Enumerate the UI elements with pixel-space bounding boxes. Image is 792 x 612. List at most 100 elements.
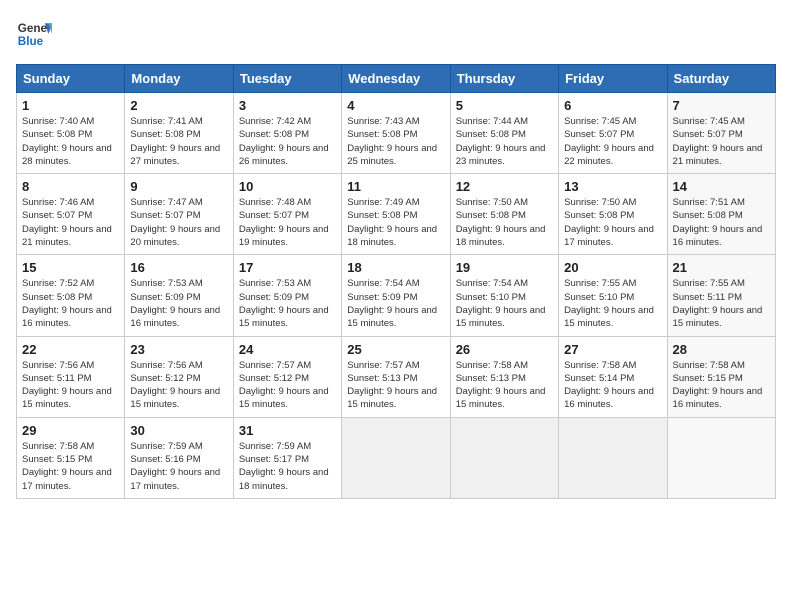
calendar-cell: 2Sunrise: 7:41 AMSunset: 5:08 PMDaylight…	[125, 93, 233, 174]
column-header-monday: Monday	[125, 65, 233, 93]
calendar-cell: 8 Sunrise: 7:46 AMSunset: 5:07 PMDaylight…	[17, 174, 125, 255]
day-info: Sunrise: 7:46 AMSunset: 5:07 PMDaylight:…	[22, 196, 119, 249]
week-row-2: 8 Sunrise: 7:46 AMSunset: 5:07 PMDaylight…	[17, 174, 776, 255]
day-number: 14	[673, 179, 770, 194]
calendar-cell: 12 Sunrise: 7:50 AMSunset: 5:08 PMDayligh…	[450, 174, 558, 255]
column-header-saturday: Saturday	[667, 65, 775, 93]
calendar-cell: 4 Sunrise: 7:43 AMSunset: 5:08 PMDaylight…	[342, 93, 450, 174]
day-number: 2	[130, 98, 227, 113]
day-info: Sunrise: 7:55 AMSunset: 5:10 PMDaylight:…	[564, 277, 661, 330]
day-info: Sunrise: 7:49 AMSunset: 5:08 PMDaylight:…	[347, 196, 444, 249]
day-info: Sunrise: 7:54 AMSunset: 5:09 PMDaylight:…	[347, 277, 444, 330]
day-info: Sunrise: 7:58 AMSunset: 5:15 PMDaylight:…	[673, 359, 770, 412]
calendar-cell	[559, 417, 667, 498]
day-info: Sunrise: 7:56 AMSunset: 5:11 PMDaylight:…	[22, 359, 119, 412]
calendar-cell: 1 Sunrise: 7:40 AMSunset: 5:08 PMDaylight…	[17, 93, 125, 174]
calendar-cell: 14 Sunrise: 7:51 AMSunset: 5:08 PMDayligh…	[667, 174, 775, 255]
calendar-cell: 31 Sunrise: 7:59 AMSunset: 5:17 PMDayligh…	[233, 417, 341, 498]
calendar-cell: 30 Sunrise: 7:59 AMSunset: 5:16 PMDayligh…	[125, 417, 233, 498]
day-info: Sunrise: 7:43 AMSunset: 5:08 PMDaylight:…	[347, 115, 444, 168]
day-info: Sunrise: 7:56 AMSunset: 5:12 PMDaylight:…	[130, 359, 227, 412]
day-number: 25	[347, 342, 444, 357]
day-number: 1	[22, 98, 119, 113]
day-info: Sunrise: 7:40 AMSunset: 5:08 PMDaylight:…	[22, 115, 119, 168]
day-info: Sunrise: 7:59 AMSunset: 5:17 PMDaylight:…	[239, 440, 336, 493]
column-header-sunday: Sunday	[17, 65, 125, 93]
logo-icon: General Blue	[16, 16, 52, 52]
logo: General Blue	[16, 16, 52, 52]
day-info: Sunrise: 7:54 AMSunset: 5:10 PMDaylight:…	[456, 277, 553, 330]
day-info: Sunrise: 7:42 AMSunset: 5:08 PMDaylight:…	[239, 115, 336, 168]
day-number: 3	[239, 98, 336, 113]
calendar-cell: 18 Sunrise: 7:54 AMSunset: 5:09 PMDayligh…	[342, 255, 450, 336]
day-info: Sunrise: 7:48 AMSunset: 5:07 PMDaylight:…	[239, 196, 336, 249]
calendar-cell: 27Sunrise: 7:58 AMSunset: 5:14 PMDayligh…	[559, 336, 667, 417]
day-number: 24	[239, 342, 336, 357]
day-number: 18	[347, 260, 444, 275]
day-info: Sunrise: 7:45 AMSunset: 5:07 PMDaylight:…	[564, 115, 661, 168]
calendar-cell: 10 Sunrise: 7:48 AMSunset: 5:07 PMDayligh…	[233, 174, 341, 255]
calendar-cell: 5Sunrise: 7:44 AMSunset: 5:08 PMDaylight…	[450, 93, 558, 174]
day-number: 21	[673, 260, 770, 275]
calendar-cell	[450, 417, 558, 498]
week-row-5: 29Sunrise: 7:58 AMSunset: 5:15 PMDayligh…	[17, 417, 776, 498]
calendar-cell: 20 Sunrise: 7:55 AMSunset: 5:10 PMDayligh…	[559, 255, 667, 336]
day-number: 28	[673, 342, 770, 357]
day-number: 9	[130, 179, 227, 194]
day-number: 11	[347, 179, 444, 194]
day-info: Sunrise: 7:50 AMSunset: 5:08 PMDaylight:…	[564, 196, 661, 249]
column-header-tuesday: Tuesday	[233, 65, 341, 93]
day-number: 17	[239, 260, 336, 275]
day-number: 10	[239, 179, 336, 194]
calendar-table: SundayMondayTuesdayWednesdayThursdayFrid…	[16, 64, 776, 499]
day-info: Sunrise: 7:55 AMSunset: 5:11 PMDaylight:…	[673, 277, 770, 330]
calendar-cell: 7Sunrise: 7:45 AMSunset: 5:07 PMDaylight…	[667, 93, 775, 174]
calendar-cell	[342, 417, 450, 498]
svg-text:Blue: Blue	[18, 35, 44, 48]
calendar-cell: 17Sunrise: 7:53 AMSunset: 5:09 PMDayligh…	[233, 255, 341, 336]
day-number: 20	[564, 260, 661, 275]
day-info: Sunrise: 7:58 AMSunset: 5:13 PMDaylight:…	[456, 359, 553, 412]
day-number: 15	[22, 260, 119, 275]
day-info: Sunrise: 7:50 AMSunset: 5:08 PMDaylight:…	[456, 196, 553, 249]
day-number: 22	[22, 342, 119, 357]
day-number: 8	[22, 179, 119, 194]
calendar-cell: 19 Sunrise: 7:54 AMSunset: 5:10 PMDayligh…	[450, 255, 558, 336]
column-header-wednesday: Wednesday	[342, 65, 450, 93]
calendar-cell: 23 Sunrise: 7:56 AMSunset: 5:12 PMDayligh…	[125, 336, 233, 417]
day-number: 26	[456, 342, 553, 357]
page-header: General Blue	[16, 16, 776, 52]
calendar-cell: 29Sunrise: 7:58 AMSunset: 5:15 PMDayligh…	[17, 417, 125, 498]
day-info: Sunrise: 7:57 AMSunset: 5:12 PMDaylight:…	[239, 359, 336, 412]
calendar-cell: 24 Sunrise: 7:57 AMSunset: 5:12 PMDayligh…	[233, 336, 341, 417]
calendar-cell: 28 Sunrise: 7:58 AMSunset: 5:15 PMDayligh…	[667, 336, 775, 417]
day-number: 19	[456, 260, 553, 275]
day-info: Sunrise: 7:52 AMSunset: 5:08 PMDaylight:…	[22, 277, 119, 330]
column-header-friday: Friday	[559, 65, 667, 93]
calendar-cell: 11 Sunrise: 7:49 AMSunset: 5:08 PMDayligh…	[342, 174, 450, 255]
calendar-header-row: SundayMondayTuesdayWednesdayThursdayFrid…	[17, 65, 776, 93]
day-number: 31	[239, 423, 336, 438]
day-info: Sunrise: 7:58 AMSunset: 5:14 PMDaylight:…	[564, 359, 661, 412]
day-number: 4	[347, 98, 444, 113]
day-number: 16	[130, 260, 227, 275]
day-number: 29	[22, 423, 119, 438]
day-number: 7	[673, 98, 770, 113]
day-info: Sunrise: 7:51 AMSunset: 5:08 PMDaylight:…	[673, 196, 770, 249]
calendar-cell: 16 Sunrise: 7:53 AMSunset: 5:09 PMDayligh…	[125, 255, 233, 336]
day-number: 23	[130, 342, 227, 357]
day-number: 5	[456, 98, 553, 113]
day-number: 12	[456, 179, 553, 194]
calendar-cell: 3 Sunrise: 7:42 AMSunset: 5:08 PMDaylight…	[233, 93, 341, 174]
week-row-3: 15 Sunrise: 7:52 AMSunset: 5:08 PMDayligh…	[17, 255, 776, 336]
day-info: Sunrise: 7:59 AMSunset: 5:16 PMDaylight:…	[130, 440, 227, 493]
day-number: 6	[564, 98, 661, 113]
calendar-cell: 21 Sunrise: 7:55 AMSunset: 5:11 PMDayligh…	[667, 255, 775, 336]
day-info: Sunrise: 7:53 AMSunset: 5:09 PMDaylight:…	[130, 277, 227, 330]
calendar-cell: 26 Sunrise: 7:58 AMSunset: 5:13 PMDayligh…	[450, 336, 558, 417]
calendar-cell: 25Sunrise: 7:57 AMSunset: 5:13 PMDayligh…	[342, 336, 450, 417]
calendar-cell	[667, 417, 775, 498]
calendar-cell: 22 Sunrise: 7:56 AMSunset: 5:11 PMDayligh…	[17, 336, 125, 417]
week-row-4: 22 Sunrise: 7:56 AMSunset: 5:11 PMDayligh…	[17, 336, 776, 417]
day-number: 30	[130, 423, 227, 438]
